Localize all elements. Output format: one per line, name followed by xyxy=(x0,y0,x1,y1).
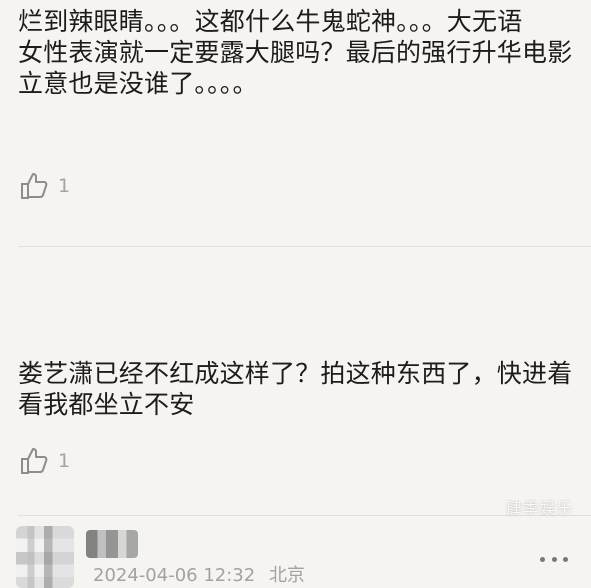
comment-1-like-count: 1 xyxy=(58,174,71,197)
more-icon xyxy=(540,556,545,562)
thumb-up-icon xyxy=(21,448,48,474)
username-blurred[interactable] xyxy=(86,530,138,558)
comment-2-text: 娄艺潇已经不红成这样了？拍这种东西了，快进着看我都坐立不安 xyxy=(18,359,573,419)
thumb-up-icon xyxy=(21,173,48,199)
comment-2-like-count: 1 xyxy=(58,449,71,472)
comment-1: 烂到辣眼睛。。。这都什么牛鬼蛇神。。。大无语 女性表演就一定要露大腿吗？最后的强… xyxy=(0,0,591,232)
more-icon-dot-2 xyxy=(551,556,557,562)
comment-2-location: 北京 xyxy=(268,565,305,586)
comment-1-like-button[interactable]: 1 xyxy=(18,170,70,202)
comment-2: 2024-04-06 12:32 北京 娄艺潇已经不红成这样了？拍这种东西了，快… xyxy=(0,248,591,588)
more-options-button[interactable] xyxy=(540,552,568,566)
comment-divider-1 xyxy=(18,246,591,247)
comment-1-text: 烂到辣眼睛。。。这都什么牛鬼蛇神。。。大无语 女性表演就一定要露大腿吗？最后的强… xyxy=(18,7,573,98)
comment-2-timestamp: 2024-04-06 12:32 xyxy=(93,565,256,586)
watermark: 肆季娱乐 xyxy=(505,499,573,518)
comment-2-like-button[interactable]: 1 xyxy=(18,445,70,477)
comment-2-meta: 2024-04-06 12:32 北京 xyxy=(93,566,305,586)
avatar[interactable] xyxy=(16,526,74,588)
more-icon-dot-3 xyxy=(563,556,568,562)
